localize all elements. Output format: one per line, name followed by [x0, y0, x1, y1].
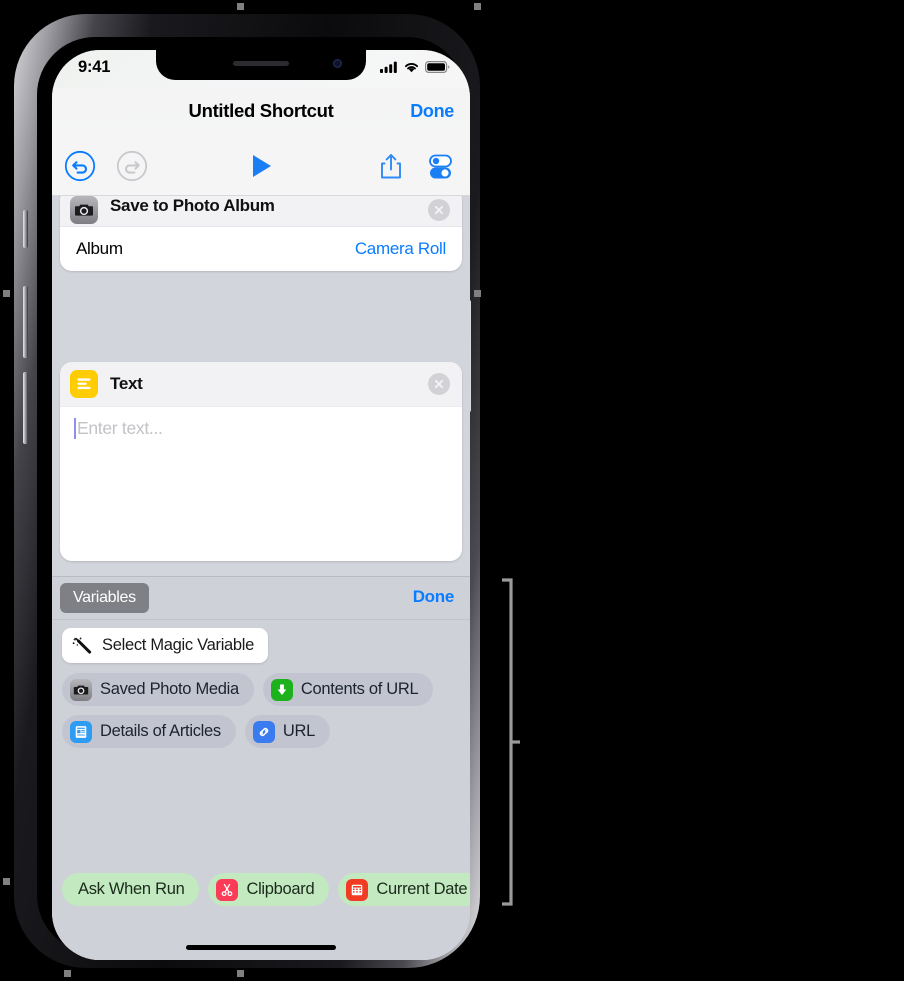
- volume-down-button[interactable]: [23, 372, 28, 444]
- action-header[interactable]: Text: [60, 362, 462, 406]
- link-glyph-icon: [259, 727, 269, 736]
- chip-label: Saved Photo Media: [100, 680, 239, 698]
- action-card-save-to-photo-album[interactable]: Save to Photo Album Album Camera Roll: [60, 196, 462, 271]
- registration-mark: [474, 3, 481, 10]
- close-icon: [434, 205, 444, 215]
- action-card-text[interactable]: Text Enter text...: [60, 362, 462, 561]
- nav-done-button[interactable]: Done: [410, 101, 454, 122]
- camera-glyph-icon: [73, 685, 89, 694]
- cellular-signal-icon: [380, 61, 397, 73]
- phone-frame: 9:41 Untitled Shortcut Done Save to Phot…: [14, 14, 480, 968]
- calendar-glyph-icon: [352, 884, 363, 895]
- text-lines-icon: [70, 370, 98, 398]
- share-icon: [381, 154, 401, 179]
- callout-bracket: [502, 578, 520, 906]
- variables-toolbar: Variables Done: [52, 576, 470, 620]
- home-indicator: [186, 945, 336, 950]
- article-icon: [70, 720, 92, 743]
- chip-label: Details of Articles: [100, 722, 221, 740]
- status-icons: [380, 61, 450, 73]
- chip-label: URL: [282, 722, 315, 740]
- variables-panel: Variables Done Select Magic Variable Sav…: [52, 576, 470, 960]
- phone-screen: 9:41 Untitled Shortcut Done Save to Phot…: [52, 50, 470, 960]
- text-cursor: [74, 418, 76, 439]
- magic-wand-icon: [72, 636, 92, 654]
- chip-label: Contents of URL: [300, 680, 419, 698]
- parameter-label: Album: [76, 239, 123, 258]
- text-lines-glyph-icon: [77, 378, 91, 390]
- run-button[interactable]: [244, 149, 278, 183]
- variable-chip-clipboard[interactable]: Clipboard: [208, 873, 330, 906]
- select-magic-variable-button[interactable]: Select Magic Variable: [62, 628, 269, 663]
- text-placeholder: Enter text...: [77, 418, 163, 438]
- front-camera-icon: [333, 59, 342, 68]
- parameter-value[interactable]: Camera Roll: [355, 239, 446, 259]
- download-arrow-icon: [270, 678, 293, 701]
- remove-action-button[interactable]: [428, 199, 450, 221]
- download-arrow-glyph-icon: [277, 684, 287, 695]
- status-time: 9:41: [78, 58, 111, 76]
- registration-mark: [237, 3, 244, 10]
- action-title: Text: [110, 374, 143, 393]
- remove-action-button[interactable]: [428, 373, 450, 395]
- redo-icon: [116, 150, 148, 182]
- variable-chip-ask-when-run[interactable]: Ask When Run: [62, 873, 200, 906]
- variable-chip-saved-photo-media[interactable]: Saved Photo Media: [62, 673, 254, 706]
- variables-done-button[interactable]: Done: [413, 587, 455, 607]
- speaker-grille-icon: [233, 61, 289, 66]
- camera-icon: [70, 678, 92, 701]
- close-icon: [434, 379, 444, 389]
- play-icon: [253, 155, 271, 177]
- page-title: Untitled Shortcut: [188, 100, 334, 121]
- variable-chip-row: Details of Articles URL: [62, 715, 470, 748]
- calendar-icon: [346, 878, 369, 901]
- registration-mark: [474, 290, 481, 297]
- text-input-area[interactable]: Enter text...: [60, 406, 462, 561]
- share-button[interactable]: [374, 149, 408, 183]
- tab-variables[interactable]: Variables: [60, 583, 149, 613]
- volume-up-button[interactable]: [23, 286, 28, 358]
- navigation-bar: Untitled Shortcut Done: [52, 88, 470, 135]
- silent-switch[interactable]: [23, 210, 28, 248]
- registration-mark: [64, 970, 71, 977]
- variable-chip-contents-of-url[interactable]: Contents of URL: [262, 673, 434, 706]
- variable-chip-url[interactable]: URL: [244, 715, 330, 748]
- variable-chip-row: Saved Photo Media Contents of URL: [62, 673, 470, 706]
- variable-chip-rows: Saved Photo Media Contents of URL Detail…: [62, 673, 470, 757]
- variable-chip-current-date[interactable]: Current Date: [338, 873, 470, 906]
- camera-icon: [70, 196, 98, 224]
- article-glyph-icon: [75, 725, 87, 738]
- scissors-icon: [216, 878, 239, 901]
- camera-glyph-icon: [75, 204, 93, 216]
- undo-button[interactable]: [63, 149, 97, 183]
- wifi-icon: [405, 63, 418, 73]
- registration-mark: [237, 970, 244, 977]
- settings-button[interactable]: [424, 149, 458, 183]
- action-parameter-album[interactable]: Album Camera Roll: [60, 226, 462, 271]
- editor-toolbar: [52, 135, 470, 196]
- redo-button[interactable]: [115, 149, 149, 183]
- magic-variable-label: Select Magic Variable: [102, 636, 255, 654]
- chip-label: Ask When Run: [78, 880, 185, 898]
- battery-icon: [425, 61, 450, 73]
- settings-toggles-icon: [429, 154, 452, 179]
- action-title: Save to Photo Album: [110, 196, 275, 215]
- link-icon: [252, 720, 275, 743]
- chip-label: Clipboard: [246, 880, 315, 898]
- variable-chip-details-of-articles[interactable]: Details of Articles: [62, 715, 236, 748]
- registration-mark: [3, 290, 10, 297]
- notch: [156, 50, 366, 80]
- shortcut-actions-list[interactable]: Save to Photo Album Album Camera Roll Te…: [52, 196, 470, 960]
- scissors-glyph-icon: [222, 883, 233, 896]
- bottom-variable-chips: Ask When Run Clipboard Current Date: [62, 873, 470, 906]
- action-header[interactable]: Save to Photo Album: [60, 196, 462, 226]
- chip-label: Current Date: [376, 880, 468, 898]
- registration-mark: [3, 878, 10, 885]
- undo-icon: [64, 150, 96, 182]
